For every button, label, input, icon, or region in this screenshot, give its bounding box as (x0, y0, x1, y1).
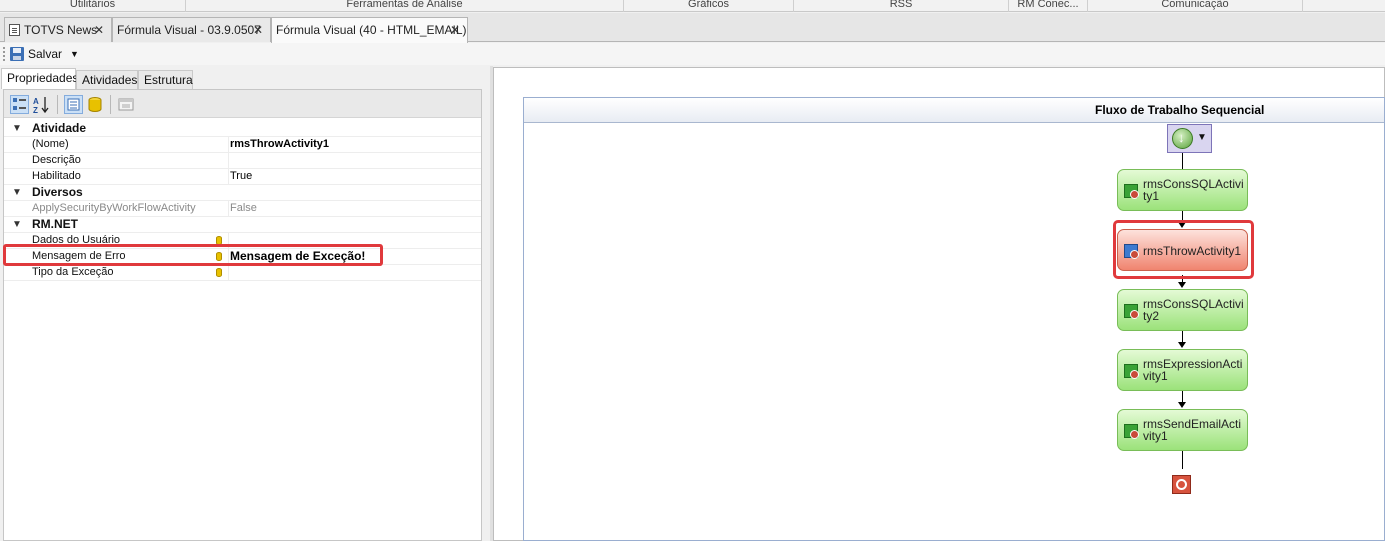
activity-label: rmsSendEmailActivity1 (1143, 417, 1242, 443)
chevron-down-icon[interactable]: ▼ (70, 45, 79, 63)
tab-totvs-news[interactable]: TOTVS News ✕ (4, 17, 112, 42)
workflow-header: Fluxo de Trabalho Sequencial (524, 98, 1384, 123)
sql-activity-icon (1124, 304, 1139, 319)
property-row-descricao[interactable]: Descrição (4, 153, 481, 169)
tab-atividades[interactable]: Atividades (76, 70, 138, 89)
tab-label: Fórmula Visual (40 - HTML_EMAIL) (276, 23, 467, 37)
chevron-down-icon[interactable]: ▼ (12, 217, 22, 232)
connector-line (1182, 153, 1183, 169)
categorized-view-button[interactable] (10, 95, 29, 114)
connector-arrow (1178, 402, 1186, 408)
start-arrow-icon (1172, 128, 1193, 149)
ribbon-category-rss[interactable]: RSS (794, 0, 1009, 12)
workflow-start-node[interactable]: ▼ (1167, 124, 1212, 153)
svg-text:Z: Z (33, 106, 38, 114)
property-grid: AZ ▼ Atividade (Nome) rmsThrowActivity1 … (3, 89, 482, 541)
activity-label: rmsConsSQLActivity2 (1143, 297, 1244, 323)
property-pages-button[interactable] (117, 95, 136, 114)
category-label: Diversos (32, 185, 83, 199)
ribbon-category-rm-conec[interactable]: RM Conec... (1009, 0, 1088, 12)
ribbon-category-comunicacao[interactable]: Comunicação (1088, 0, 1303, 12)
property-value[interactable]: rmsThrowActivity1 (228, 137, 481, 152)
activity-label: rmsExpressionActivity1 (1143, 357, 1243, 383)
category-label: RM.NET (32, 217, 78, 231)
connector-arrow (1178, 282, 1186, 288)
ribbon-category-strip: Utilitários Ferramentas de Análise Gráfi… (0, 0, 1385, 12)
highlight-box-throw-activity (1113, 220, 1254, 279)
workflow-end-node[interactable] (1172, 475, 1191, 494)
chevron-down-icon[interactable]: ▼ (12, 185, 22, 200)
tab-estrutura[interactable]: Estrutura (138, 70, 193, 89)
property-row-tipo-excecao[interactable]: Tipo da Exceção (4, 265, 481, 281)
category-atividade[interactable]: ▼ Atividade (4, 121, 481, 137)
ribbon-category-ferramentas[interactable]: Ferramentas de Análise (186, 0, 624, 12)
sort-az-icon: AZ (33, 97, 49, 115)
document-tabs: TOTVS News ✕ Fórmula Visual - 03.9.0507 … (0, 13, 1385, 43)
tab-label: Fórmula Visual - 03.9.0507 (117, 23, 261, 37)
toolbar-grip[interactable] (3, 47, 5, 61)
categorized-icon (13, 98, 26, 110)
property-name: (Nome) (32, 138, 69, 150)
property-name: ApplySecurityByWorkFlowActivity (32, 202, 196, 214)
category-label: Atividade (32, 121, 87, 135)
activity-rmsexpressionactivity1[interactable]: rmsExpressionActivity1 (1117, 349, 1248, 391)
highlight-box-error-message (3, 244, 383, 266)
save-button[interactable]: Salvar ▼ (10, 45, 79, 63)
news-icon (9, 24, 20, 36)
activity-label: rmsConsSQLActivity1 (1143, 177, 1244, 203)
property-name: Descrição (32, 154, 81, 166)
ribbon-category-utilitarios[interactable]: Utilitários (0, 0, 186, 12)
connector-arrow (1178, 342, 1186, 348)
save-icon (10, 47, 24, 61)
toolbar-separator (110, 95, 111, 114)
close-icon[interactable]: ✕ (253, 18, 263, 42)
property-value[interactable]: True (228, 169, 481, 184)
sequential-workflow-container[interactable]: Fluxo de Trabalho Sequencial (523, 97, 1385, 541)
toolbar: Salvar ▼ (0, 43, 1385, 65)
property-name: Habilitado (32, 170, 81, 182)
workflow-title: Fluxo de Trabalho Sequencial (1095, 103, 1265, 117)
property-grid-toolbar: AZ (4, 90, 481, 118)
tab-propriedades[interactable]: Propriedades (1, 68, 78, 89)
sql-activity-icon (1124, 184, 1139, 199)
category-diversos[interactable]: ▼ Diversos (4, 185, 481, 201)
tab-formula-visual-0507[interactable]: Fórmula Visual - 03.9.0507 ✕ (112, 17, 271, 42)
ribbon-category-graficos[interactable]: Gráficos (624, 0, 794, 12)
database-icon (216, 268, 222, 277)
property-value[interactable]: False (228, 201, 481, 216)
chevron-down-icon[interactable]: ▼ (12, 121, 22, 136)
chevron-down-icon[interactable]: ▼ (1197, 132, 1207, 143)
property-value[interactable] (228, 265, 481, 280)
database-icon (88, 97, 102, 112)
left-panel-tabs: Propriedades Atividades Estrutura (0, 68, 490, 89)
save-label: Salvar (28, 47, 63, 61)
toolbar-separator (57, 95, 58, 114)
tab-formula-visual-html-email[interactable]: Fórmula Visual (40 - HTML_EMAIL) ✕ (271, 17, 468, 43)
database-button[interactable] (86, 95, 105, 114)
expression-activity-icon (1124, 364, 1139, 379)
property-name: Tipo da Exceção (32, 266, 114, 278)
property-row-nome[interactable]: (Nome) rmsThrowActivity1 (4, 137, 481, 153)
svg-text:A: A (33, 97, 39, 106)
category-rmnet[interactable]: ▼ RM.NET (4, 217, 481, 233)
property-pages-icon (118, 98, 134, 111)
list-icon (67, 98, 80, 111)
alphabetical-sort-button[interactable]: AZ (32, 95, 51, 115)
email-activity-icon (1124, 424, 1139, 439)
tab-label: TOTVS News (24, 23, 98, 37)
connector-line (1182, 451, 1183, 469)
activity-rmsconssqlactivity2[interactable]: rmsConsSQLActivity2 (1117, 289, 1248, 331)
close-icon[interactable]: ✕ (450, 18, 460, 42)
property-row-habilitado[interactable]: Habilitado True (4, 169, 481, 185)
properties-view-button[interactable] (64, 95, 83, 114)
property-row-applysecurity[interactable]: ApplySecurityByWorkFlowActivity False (4, 201, 481, 217)
activity-rmsconssqlactivity1[interactable]: rmsConsSQLActivity1 (1117, 169, 1248, 211)
activity-rmssendemailactivity1[interactable]: rmsSendEmailActivity1 (1117, 409, 1248, 451)
close-icon[interactable]: ✕ (94, 18, 104, 42)
property-value[interactable] (228, 153, 481, 168)
